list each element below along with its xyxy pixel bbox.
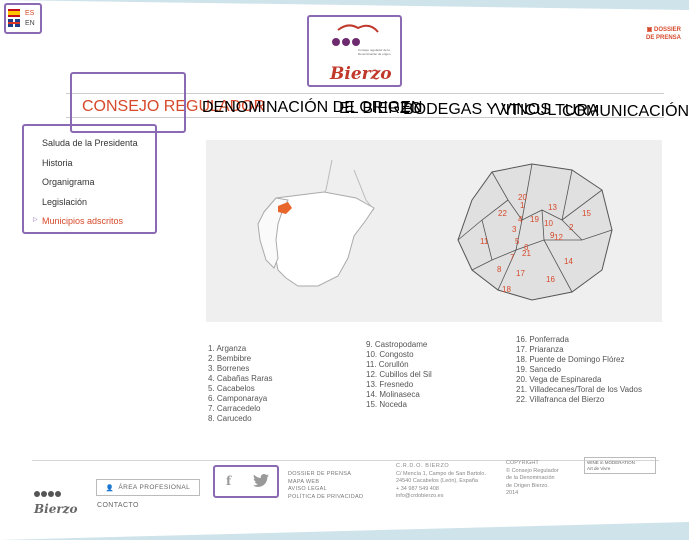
svg-text:5: 5 [515, 237, 520, 246]
svg-text:10: 10 [544, 219, 553, 228]
footer-divider [32, 460, 659, 461]
footer-link-dossier[interactable]: DOSSIER DE PRENSA [288, 471, 363, 479]
user-icon: 👤 [105, 484, 115, 492]
svg-text:22: 22 [498, 209, 507, 218]
list-item: 22. Villafranca del Bierzo [516, 395, 605, 404]
list-item: 1. Arganza [208, 344, 247, 353]
list-item: 11. Corullón [366, 360, 409, 369]
list-item: 15. Noceda [366, 400, 407, 409]
svg-text:15: 15 [582, 209, 591, 218]
nav-comunicacion[interactable]: COMUNICACIÓN [562, 103, 689, 121]
area-profesional-button[interactable]: 👤 ÁREA PROFESIONAL [96, 479, 200, 496]
municipios-list-col1: 1. Arganza 2. Bembibre 3. Borrenes 4. Ca… [208, 344, 272, 424]
svg-text:12: 12 [554, 233, 563, 242]
footer-links: DOSSIER DE PRENSA MAPA WEB AVISO LEGAL P… [288, 471, 363, 501]
list-item: 5. Cacabelos [208, 384, 255, 393]
municipios-list-col2: 9. Castropodame 10. Congosto 11. Corulló… [366, 340, 432, 410]
footer-address: C.R.D.O. BIERZO C/ Mencía 1, Campo de Sa… [396, 463, 486, 501]
map-panel: 123 456 789 10 11 12 13 14 15 16 17 18 19 20 21 2… [206, 140, 662, 322]
svg-text:21: 21 [522, 249, 531, 258]
highlight-sidemenu [22, 124, 157, 234]
list-item: 17. Priaranza [516, 345, 564, 354]
list-item: 6. Camponaraya [208, 394, 268, 403]
list-item: 16. Ponferrada [516, 335, 569, 344]
contacto-link[interactable]: CONTACTO [97, 502, 139, 509]
list-item: 8. Carucedo [208, 414, 252, 423]
svg-text:16: 16 [546, 275, 555, 284]
svg-text:13: 13 [548, 203, 557, 212]
list-item: 7. Carracedelo [208, 404, 261, 413]
list-item: 21. Villadecanes/Toral de los Vados [516, 385, 643, 394]
svg-text:20: 20 [518, 193, 527, 202]
list-item: 12. Cubillos del Sil [366, 370, 432, 379]
highlight-language [4, 3, 42, 34]
list-item: 3. Borrenes [208, 364, 250, 373]
footer-link-aviso-legal[interactable]: AVISO LEGAL [288, 486, 363, 494]
page: ES EN Consejo regulador de la Denominaci… [0, 0, 689, 540]
list-item: 18. Puente de Domingo Flórez [516, 355, 625, 364]
list-item: 9. Castropodame [366, 340, 428, 349]
list-item: 4. Cabañas Raras [208, 374, 273, 383]
municipios-list-col3: 16. Ponferrada 17. Priaranza 18. Puente … [516, 335, 642, 405]
list-item: 2. Bembibre [208, 354, 252, 363]
list-item: 14. Molinaseca [366, 390, 420, 399]
footer-logo[interactable]: Bierzo [34, 484, 77, 516]
footer-email-link[interactable]: info@crdobierzo.es [396, 493, 486, 501]
svg-text:18: 18 [502, 285, 511, 294]
svg-text:4: 4 [518, 215, 523, 224]
svg-text:8: 8 [497, 265, 502, 274]
list-item: 19. Sancedo [516, 365, 561, 374]
grape-icon [34, 484, 77, 502]
svg-text:2: 2 [569, 223, 574, 232]
list-item: 10. Congosto [366, 350, 414, 359]
footer-link-privacidad[interactable]: POLÍTICA DE PRIVACIDAD [288, 494, 363, 502]
footer-link-mapa-web[interactable]: MAPA WEB [288, 479, 363, 487]
dossier-prensa-link[interactable]: ▣ DOSSIER DE PRENSA [646, 26, 681, 42]
svg-text:7: 7 [510, 253, 515, 262]
bierzo-region-map: 123 456 789 1011 12 131415 161718 1920212… [457, 163, 613, 301]
maps-graphic: 123 456 789 1011 12 131415 161718 1920212… [257, 159, 613, 301]
svg-text:17: 17 [516, 269, 525, 278]
svg-text:14: 14 [564, 257, 573, 266]
wine-in-moderation-logo[interactable]: WINE in MODERATION Art de Vivre [584, 457, 656, 474]
list-item: 20. Vega de Espinareda [516, 375, 602, 384]
highlight-social [213, 465, 279, 498]
highlight-logo [307, 15, 402, 87]
svg-text:1: 1 [520, 201, 525, 210]
document-icon: ▣ [646, 27, 654, 33]
svg-text:19: 19 [530, 215, 539, 224]
svg-text:3: 3 [512, 225, 517, 234]
svg-text:11: 11 [480, 237, 489, 246]
list-item: 13. Fresnedo [366, 380, 414, 389]
footer-copyright: COPYRIGHT © Consejo Regulador de la Deno… [506, 460, 559, 496]
